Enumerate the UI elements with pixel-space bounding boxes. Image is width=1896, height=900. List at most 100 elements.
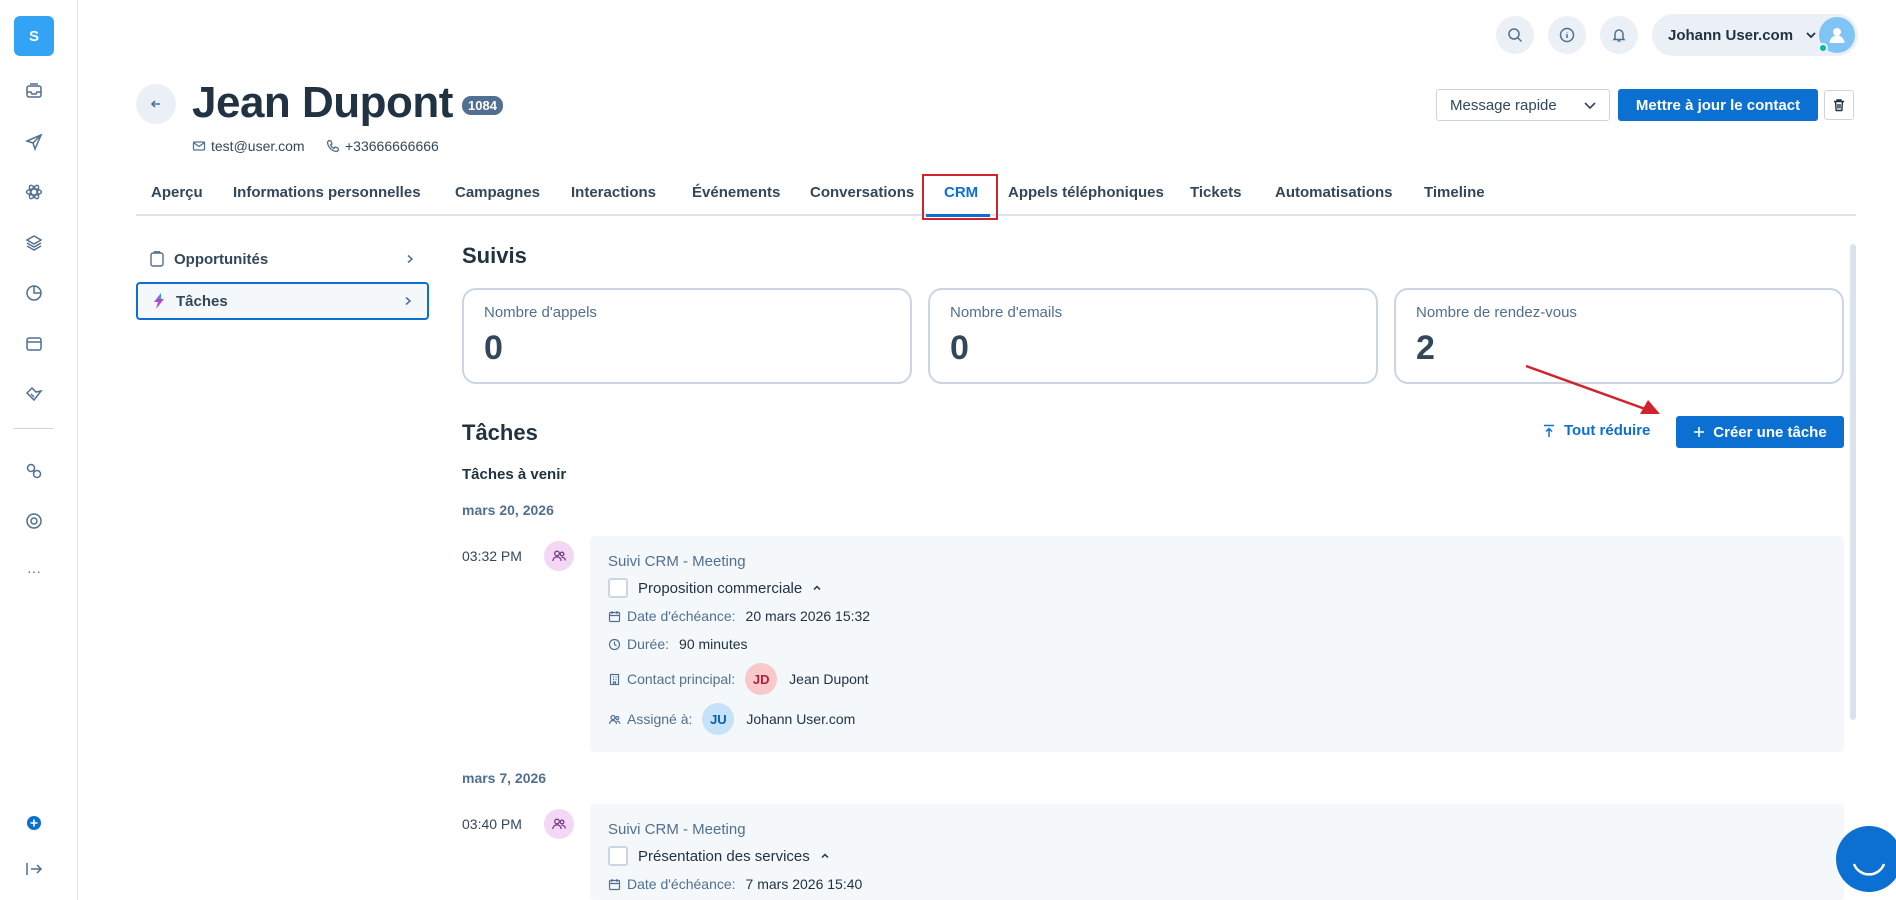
logout-icon[interactable] — [23, 858, 45, 880]
integrations-icon[interactable] — [23, 460, 45, 482]
users-icon — [608, 714, 621, 724]
tab-campagnes[interactable]: Campagnes — [455, 174, 540, 214]
chevron-down-icon — [1584, 102, 1596, 110]
tab-apercu[interactable]: Aperçu — [151, 174, 203, 214]
trash-icon — [1834, 99, 1844, 112]
task-complete-checkbox[interactable] — [608, 846, 628, 866]
suivis-title: Suivis — [462, 243, 527, 268]
task-duration-label: Durée: — [627, 636, 670, 652]
leftnav-opportunites-label: Opportunités — [174, 250, 269, 268]
support-icon[interactable] — [23, 510, 45, 532]
upcoming-tasks-label: Tâches à venir — [462, 466, 567, 483]
annotation-arrow — [1525, 364, 1660, 414]
task-type: Suivi CRM - Meeting — [608, 553, 746, 570]
chevron-up-icon[interactable] — [820, 851, 830, 861]
leftnav-opportunites[interactable]: Opportunités — [136, 240, 429, 278]
contact-email-text: test@user.com — [211, 138, 305, 154]
tab-automatisations[interactable]: Automatisations — [1275, 174, 1393, 214]
pie-chart-icon[interactable] — [23, 282, 45, 304]
task-title: Proposition commerciale — [638, 579, 803, 597]
task-title-row: Proposition commerciale — [608, 578, 822, 598]
notifications-button[interactable] — [1600, 16, 1638, 54]
task-contact-label: Contact principal: — [627, 671, 736, 687]
mail-icon — [192, 141, 206, 151]
collapse-all-button[interactable]: Tout réduire — [1542, 422, 1650, 439]
tab-conversations[interactable]: Conversations — [810, 174, 914, 214]
app-logo[interactable]: S — [14, 16, 54, 56]
handshake-icon[interactable] — [23, 383, 45, 405]
plus-icon — [1694, 427, 1705, 437]
task-due-label: Date d'échéance: — [627, 608, 736, 624]
chat-icon — [1852, 863, 1886, 876]
chevron-up-icon[interactable] — [812, 583, 822, 593]
task-duration-value: 90 minutes — [679, 636, 748, 652]
task-assignee-label: Assigné à: — [627, 711, 693, 727]
contact-name: Jean Dupont — [192, 78, 453, 127]
task-contact-name[interactable]: Jean Dupont — [789, 671, 868, 687]
collapse-all-label: Tout réduire — [1564, 422, 1651, 439]
update-contact-button[interactable]: Mettre à jour le contact — [1618, 89, 1818, 121]
meetings-count-label: Nombre de rendez-vous — [1416, 304, 1577, 321]
more-icon[interactable]: ··· — [23, 560, 45, 582]
quick-message-dropdown[interactable]: Message rapide — [1436, 89, 1610, 121]
calls-count-card: Nombre d'appels 0 — [462, 288, 912, 384]
meetings-count-card: Nombre de rendez-vous 2 — [1394, 288, 1844, 384]
meeting-icon — [544, 541, 574, 571]
user-menu[interactable]: Johann User.com — [1652, 14, 1858, 56]
task-time: 03:32 PM — [462, 548, 522, 564]
taches-title: Tâches — [462, 420, 538, 445]
tab-timeline[interactable]: Timeline — [1424, 174, 1485, 214]
browser-icon[interactable] — [23, 333, 45, 355]
create-task-button[interactable]: Créer une tâche — [1676, 416, 1844, 448]
search-button[interactable] — [1496, 16, 1534, 54]
calendar-icon — [608, 610, 621, 622]
inbox-icon[interactable] — [23, 80, 45, 102]
highlight-box — [922, 174, 998, 220]
send-icon[interactable] — [23, 131, 45, 153]
atom-icon[interactable] — [23, 181, 45, 203]
tab-evenements[interactable]: Événements — [692, 174, 780, 214]
task-complete-checkbox[interactable] — [608, 578, 628, 598]
task-card[interactable]: Suivi CRM - Meeting Présentation des ser… — [590, 804, 1844, 900]
online-status-dot — [1818, 43, 1828, 53]
clipboard-icon — [150, 251, 164, 267]
chevron-right-icon — [405, 296, 412, 306]
contact-id-badge: 1084 — [462, 96, 503, 115]
contact-email[interactable]: test@user.com — [192, 138, 305, 154]
task-type: Suivi CRM - Meeting — [608, 821, 746, 838]
tab-appels-telephoniques[interactable]: Appels téléphoniques — [1008, 174, 1164, 214]
emails-count-card: Nombre d'emails 0 — [928, 288, 1378, 384]
tab-informations-personnelles[interactable]: Informations personnelles — [233, 174, 421, 214]
contact-avatar[interactable]: JD — [745, 663, 778, 695]
task-contact-row: Contact principal: JD Jean Dupont — [608, 663, 869, 695]
layers-icon[interactable] — [23, 232, 45, 254]
task-due-value: 20 mars 2026 15:32 — [745, 608, 871, 624]
delete-contact-button[interactable] — [1824, 90, 1854, 120]
lightning-icon — [154, 293, 164, 309]
assignee-avatar[interactable]: JU — [702, 703, 735, 735]
calls-count-label: Nombre d'appels — [484, 304, 597, 321]
task-due-label: Date d'échéance: — [627, 876, 736, 892]
user-icon — [1829, 28, 1845, 43]
leftnav-taches-label: Tâches — [176, 292, 228, 310]
contact-phone[interactable]: +33666666666 — [326, 138, 439, 154]
task-time: 03:40 PM — [462, 816, 522, 832]
task-duration-row: Durée: 90 minutes — [608, 636, 748, 652]
quick-message-label: Message rapide — [1450, 96, 1557, 114]
task-assignee-name[interactable]: Johann User.com — [746, 711, 855, 727]
chat-widget-button[interactable] — [1836, 826, 1896, 892]
emails-count-value: 0 — [950, 329, 969, 367]
user-name: Johann User.com — [1668, 26, 1794, 44]
tab-interactions[interactable]: Interactions — [571, 174, 656, 214]
content-scrollbar[interactable] — [1850, 244, 1856, 720]
task-due-value: 7 mars 2026 15:40 — [745, 876, 863, 892]
leftnav-taches[interactable]: Tâches — [136, 282, 429, 320]
back-button[interactable] — [136, 84, 176, 124]
bell-icon — [1612, 29, 1626, 42]
task-date: mars 20, 2026 — [462, 502, 554, 518]
chevron-down-icon — [1806, 32, 1816, 39]
task-card[interactable]: Suivi CRM - Meeting Proposition commerci… — [590, 536, 1844, 752]
tab-tickets[interactable]: Tickets — [1190, 174, 1241, 214]
help-button[interactable] — [1548, 16, 1586, 54]
add-circle-icon[interactable] — [23, 812, 45, 834]
